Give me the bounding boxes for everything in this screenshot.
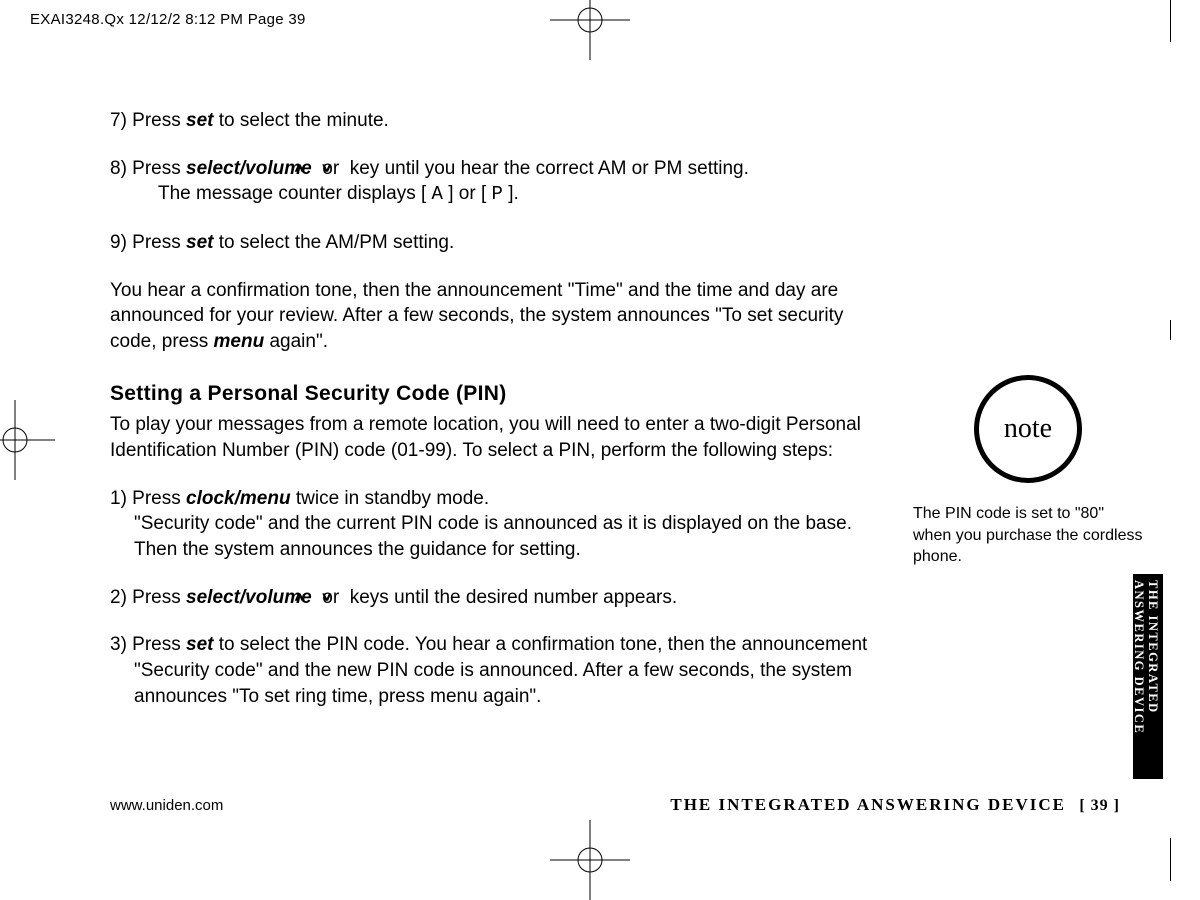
text: 1) Press xyxy=(110,488,186,509)
section-heading-pin: Setting a Personal Security Code (PIN) xyxy=(110,382,890,406)
text: 3) Press xyxy=(110,634,186,655)
text: ]. xyxy=(503,183,519,204)
note-callout: note The PIN code is set to "80" when yo… xyxy=(913,375,1143,568)
main-content: 7) Press set to select the minute. 8) Pr… xyxy=(110,108,890,731)
text: 7) Press xyxy=(110,110,186,131)
footer-title: THE INTEGRATED ANSWERING DEVICE xyxy=(670,795,1066,814)
text: 8) Press xyxy=(110,158,186,179)
registration-mark-bottom xyxy=(550,820,630,900)
key-menu: menu xyxy=(214,331,265,352)
key-set: set xyxy=(186,110,213,131)
pin-step-2: 2) Press select/volume ∧ or ∨ keys until… xyxy=(110,585,890,611)
key-set: set xyxy=(186,232,213,253)
note-text: The PIN code is set to "80" when you pur… xyxy=(913,503,1143,568)
tab-line-1: THE INTEGRATED xyxy=(1145,580,1160,714)
confirmation-paragraph: You hear a confirmation tone, then the a… xyxy=(110,278,890,355)
text: The message counter displays [ xyxy=(158,183,432,204)
text: "Security code" and the current PIN code… xyxy=(134,511,890,562)
key-set: set xyxy=(186,634,213,655)
display-a: A xyxy=(432,183,443,205)
step-8: 8) Press select/volume ∧ or ∨ key until … xyxy=(110,156,890,208)
tab-line-2: ANSWERING DEVICE xyxy=(1131,580,1146,734)
page-footer: www.uniden.com THE INTEGRATED ANSWERING … xyxy=(110,795,1120,815)
text: 2) Press xyxy=(110,587,186,608)
pin-intro: To play your messages from a remote loca… xyxy=(110,412,890,463)
text: again". xyxy=(264,331,328,352)
footer-url: www.uniden.com xyxy=(110,797,223,814)
imprint-line: EXAI3248.Qx 12/12/2 8:12 PM Page 39 xyxy=(30,11,306,28)
trim-marks-right xyxy=(1164,0,1178,881)
display-p: P xyxy=(492,183,503,205)
step-7: 7) Press set to select the minute. xyxy=(110,108,890,134)
text: key until you hear the correct AM or PM … xyxy=(350,158,749,179)
note-icon: note xyxy=(974,375,1082,483)
registration-mark-left xyxy=(0,400,55,480)
section-tab: THE INTEGRATED ANSWERING DEVICE xyxy=(1133,574,1163,779)
pin-step-1: 1) Press clock/menu twice in standby mod… xyxy=(110,486,890,563)
text: to select the minute. xyxy=(214,110,389,131)
text: 9) Press xyxy=(110,232,186,253)
text: to select the PIN code. You hear a confi… xyxy=(134,634,867,706)
text: keys until the desired number appears. xyxy=(350,587,677,608)
text: ] or [ xyxy=(443,183,492,204)
step-9: 9) Press set to select the AM/PM setting… xyxy=(110,230,890,256)
registration-mark-top xyxy=(550,0,630,60)
footer-page-number: [ 39 ] xyxy=(1079,797,1120,814)
text: twice in standby mode. xyxy=(291,488,490,509)
text: to select the AM/PM setting. xyxy=(214,232,455,253)
pin-step-3: 3) Press set to select the PIN code. You… xyxy=(110,632,890,709)
key-clock-menu: clock/menu xyxy=(186,488,291,509)
note-label: note xyxy=(1004,413,1052,445)
